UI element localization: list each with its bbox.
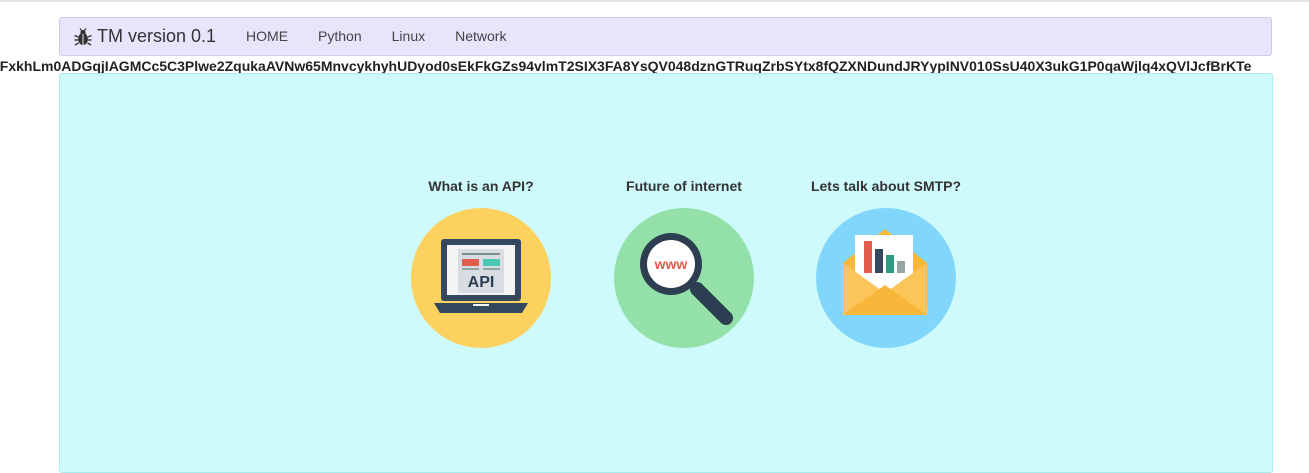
navbar: TM version 0.1 HOME Python Linux Network <box>59 17 1272 56</box>
token-line: 2FxkhLm0ADGqjIAGMCc5C3Plwe2ZqukaAVNw65Mn… <box>0 58 1309 74</box>
api-label: API <box>468 274 495 291</box>
card-internet[interactable]: Future of internet www <box>599 177 769 349</box>
card-title: Future of internet <box>626 178 742 194</box>
brand-link[interactable]: TM version 0.1 <box>74 18 216 55</box>
card-title: What is an API? <box>428 178 534 194</box>
laptop-api-icon: API <box>411 208 551 348</box>
nav-link-network[interactable]: Network <box>440 17 521 56</box>
card-smtp[interactable]: Lets talk about SMTP? <box>801 177 971 349</box>
www-label: www <box>654 256 688 272</box>
magnifier-www-icon: www <box>614 208 754 348</box>
top-rule <box>0 0 1309 2</box>
envelope-chart-icon <box>816 208 956 348</box>
nav-link-linux[interactable]: Linux <box>377 17 440 56</box>
nav-link-home[interactable]: HOME <box>231 17 303 56</box>
nav-link-python[interactable]: Python <box>303 17 377 56</box>
card-title: Lets talk about SMTP? <box>810 178 962 194</box>
nav-links: HOME Python Linux Network <box>231 18 521 55</box>
brand-text: TM version 0.1 <box>97 26 217 46</box>
card-api[interactable]: What is an API? API <box>396 177 566 349</box>
main-panel: What is an API? API Future of internet w… <box>59 73 1273 473</box>
token-text: 2FxkhLm0ADGqjIAGMCc5C3Plwe2ZqukaAVNw65Mn… <box>0 58 1252 74</box>
bug-icon <box>74 27 92 46</box>
